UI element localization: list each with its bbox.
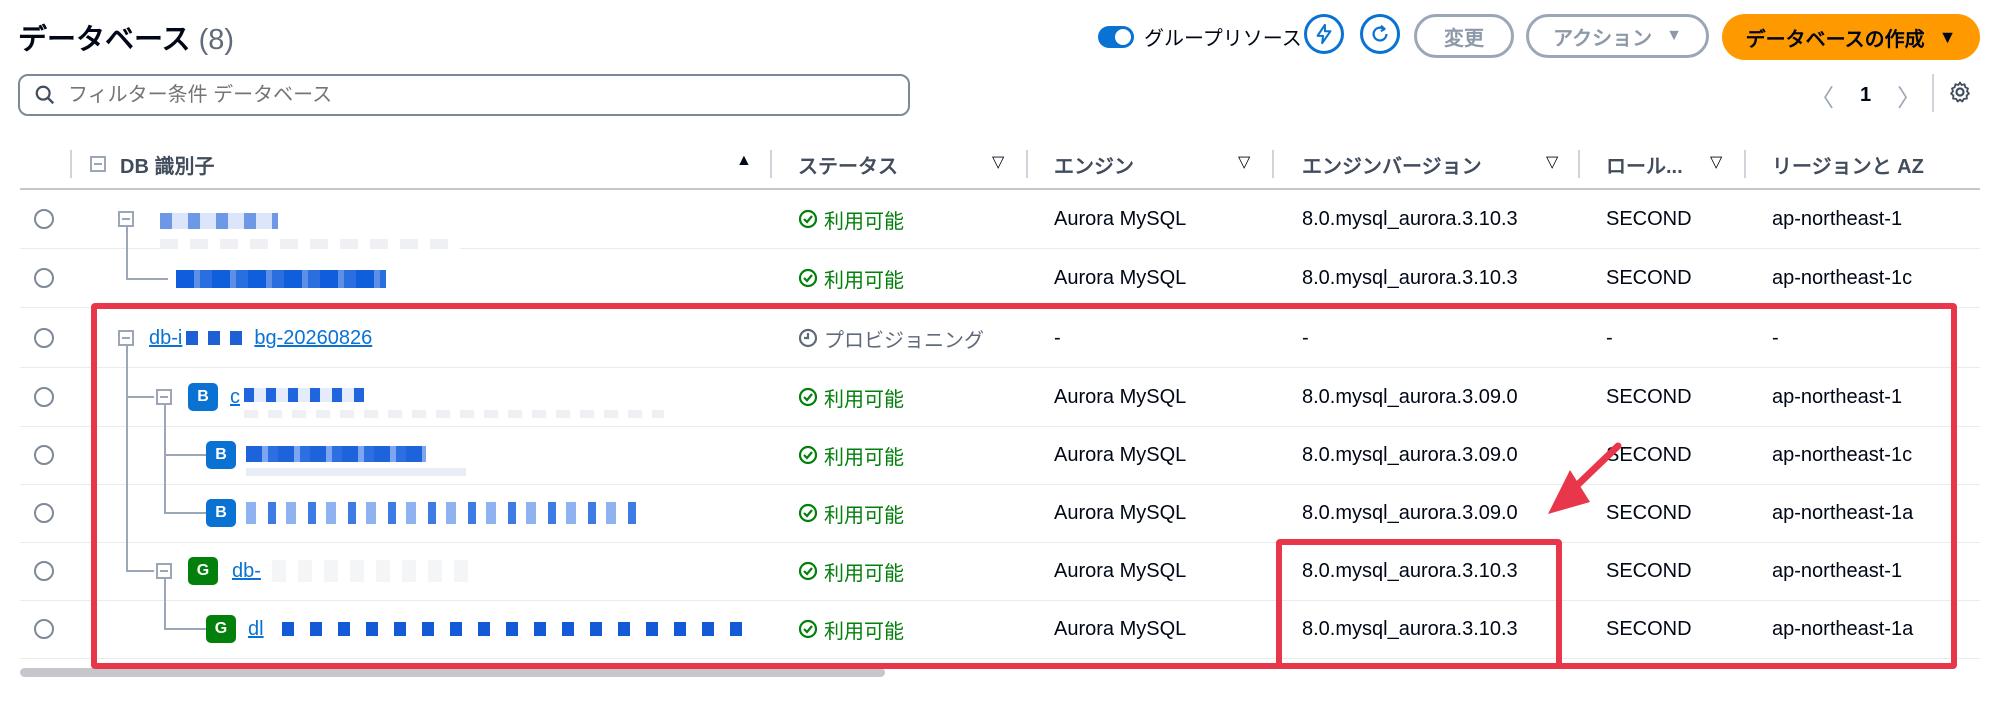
actions-button[interactable]: アクション ▼	[1526, 14, 1709, 58]
column-divider	[1578, 150, 1580, 178]
lightning-icon	[1316, 23, 1332, 45]
caret-down-icon: ▼	[1666, 27, 1682, 44]
create-database-button[interactable]: データベースの作成 ▼	[1722, 14, 1980, 60]
check-circle-icon	[798, 209, 818, 229]
refresh-icon	[1372, 24, 1388, 42]
tree-connector	[126, 227, 128, 279]
role-cell: SECOND	[1606, 207, 1692, 230]
column-db-id[interactable]: DB 識別子	[90, 140, 214, 188]
status-text: 利用可能	[824, 269, 904, 292]
database-count: (8)	[198, 24, 235, 56]
engine-version-cell: 8.0.mysql_aurora.3.10.3	[1302, 207, 1518, 230]
tree-connector	[126, 278, 168, 280]
sort-icon[interactable]: ▽	[992, 152, 1004, 172]
table-row[interactable]: 利用可能 Aurora MySQL 8.0.mysql_aurora.3.10.…	[20, 227, 1980, 308]
annotation-highlight-box	[91, 303, 1957, 669]
column-region[interactable]: リージョンと AZ	[1772, 140, 1924, 188]
sort-icon[interactable]: ▽	[1710, 152, 1722, 172]
group-resources-label: グループリソース	[1144, 28, 1302, 50]
status-available: 利用可能	[798, 205, 904, 234]
column-divider	[770, 150, 772, 178]
gear-icon	[1950, 81, 1970, 103]
toggle-switch[interactable]	[1098, 25, 1134, 48]
column-engine[interactable]: エンジン	[1054, 140, 1134, 188]
column-divider	[1272, 150, 1274, 178]
column-divider	[70, 150, 72, 178]
pagination: 〈 1 〉	[1810, 78, 1921, 113]
next-page-button[interactable]: 〉	[1897, 78, 1921, 113]
search-icon	[35, 85, 55, 105]
redacted-identifier	[160, 213, 278, 229]
redacted-identifier	[176, 270, 386, 288]
group-resources-toggle[interactable]: グループリソース	[1098, 22, 1302, 51]
column-status[interactable]: ステータス	[798, 140, 898, 188]
check-circle-icon	[798, 268, 818, 288]
engine-version-cell: 8.0.mysql_aurora.3.10.3	[1302, 266, 1518, 289]
actions-label: アクション	[1553, 27, 1653, 50]
refresh-button[interactable]	[1360, 14, 1400, 54]
current-page[interactable]: 1	[1860, 84, 1871, 107]
page-title: データベース (8)	[18, 16, 234, 58]
status-available: 利用可能	[798, 264, 904, 293]
role-cell: SECOND	[1606, 266, 1692, 289]
row-select-radio[interactable]	[34, 387, 54, 407]
region-cell: ap-northeast-1c	[1772, 266, 1913, 289]
settings-button[interactable]	[1948, 80, 1972, 109]
sort-ascending-icon[interactable]: ▲	[736, 152, 752, 170]
table-header: DB 識別子 ▲ ステータス ▽ エンジン ▽ エンジンバージョン ▽ ロール.…	[20, 140, 1980, 190]
lightning-button[interactable]	[1304, 14, 1344, 54]
page-title-text: データベース	[18, 24, 191, 56]
modify-button[interactable]: 変更	[1414, 14, 1514, 58]
table-row[interactable]: 利用可能 Aurora MySQL 8.0.mysql_aurora.3.10.…	[20, 190, 1980, 249]
row-select-radio[interactable]	[34, 619, 54, 639]
column-divider	[1744, 150, 1746, 178]
row-select-radio[interactable]	[34, 445, 54, 465]
row-select-radio[interactable]	[34, 209, 54, 229]
engine-cell: Aurora MySQL	[1054, 266, 1187, 289]
annotation-arrow-icon	[1548, 442, 1622, 514]
column-role[interactable]: ロール...	[1606, 140, 1683, 188]
divider	[1932, 74, 1934, 112]
row-select-radio[interactable]	[34, 561, 54, 581]
engine-cell: Aurora MySQL	[1054, 207, 1187, 230]
region-cell: ap-northeast-1	[1772, 207, 1903, 230]
horizontal-scrollbar[interactable]	[20, 668, 885, 677]
status-text: 利用可能	[824, 210, 904, 233]
row-select-radio[interactable]	[34, 328, 54, 348]
prev-page-button[interactable]: 〈	[1810, 78, 1834, 113]
column-engine-version[interactable]: エンジンバージョン	[1302, 140, 1482, 188]
filter-field[interactable]	[18, 74, 910, 116]
row-select-radio[interactable]	[34, 503, 54, 523]
status-cell: 利用可能	[798, 249, 904, 307]
collapse-all-icon[interactable]	[90, 156, 106, 172]
status-cell: 利用可能	[798, 190, 904, 248]
search-input[interactable]	[66, 82, 890, 108]
create-database-label: データベースの作成	[1745, 28, 1925, 51]
annotation-highlight-box	[1276, 539, 1562, 669]
sort-icon[interactable]: ▽	[1546, 152, 1558, 172]
row-select-radio[interactable]	[34, 268, 54, 288]
column-db-id-label: DB 識別子	[120, 155, 215, 178]
collapse-icon[interactable]	[118, 211, 134, 227]
modify-label: 変更	[1444, 27, 1484, 50]
redacted-identifier	[160, 239, 460, 249]
sort-icon[interactable]: ▽	[1238, 152, 1250, 172]
caret-down-icon: ▼	[1938, 26, 1957, 47]
column-divider	[1026, 150, 1028, 178]
